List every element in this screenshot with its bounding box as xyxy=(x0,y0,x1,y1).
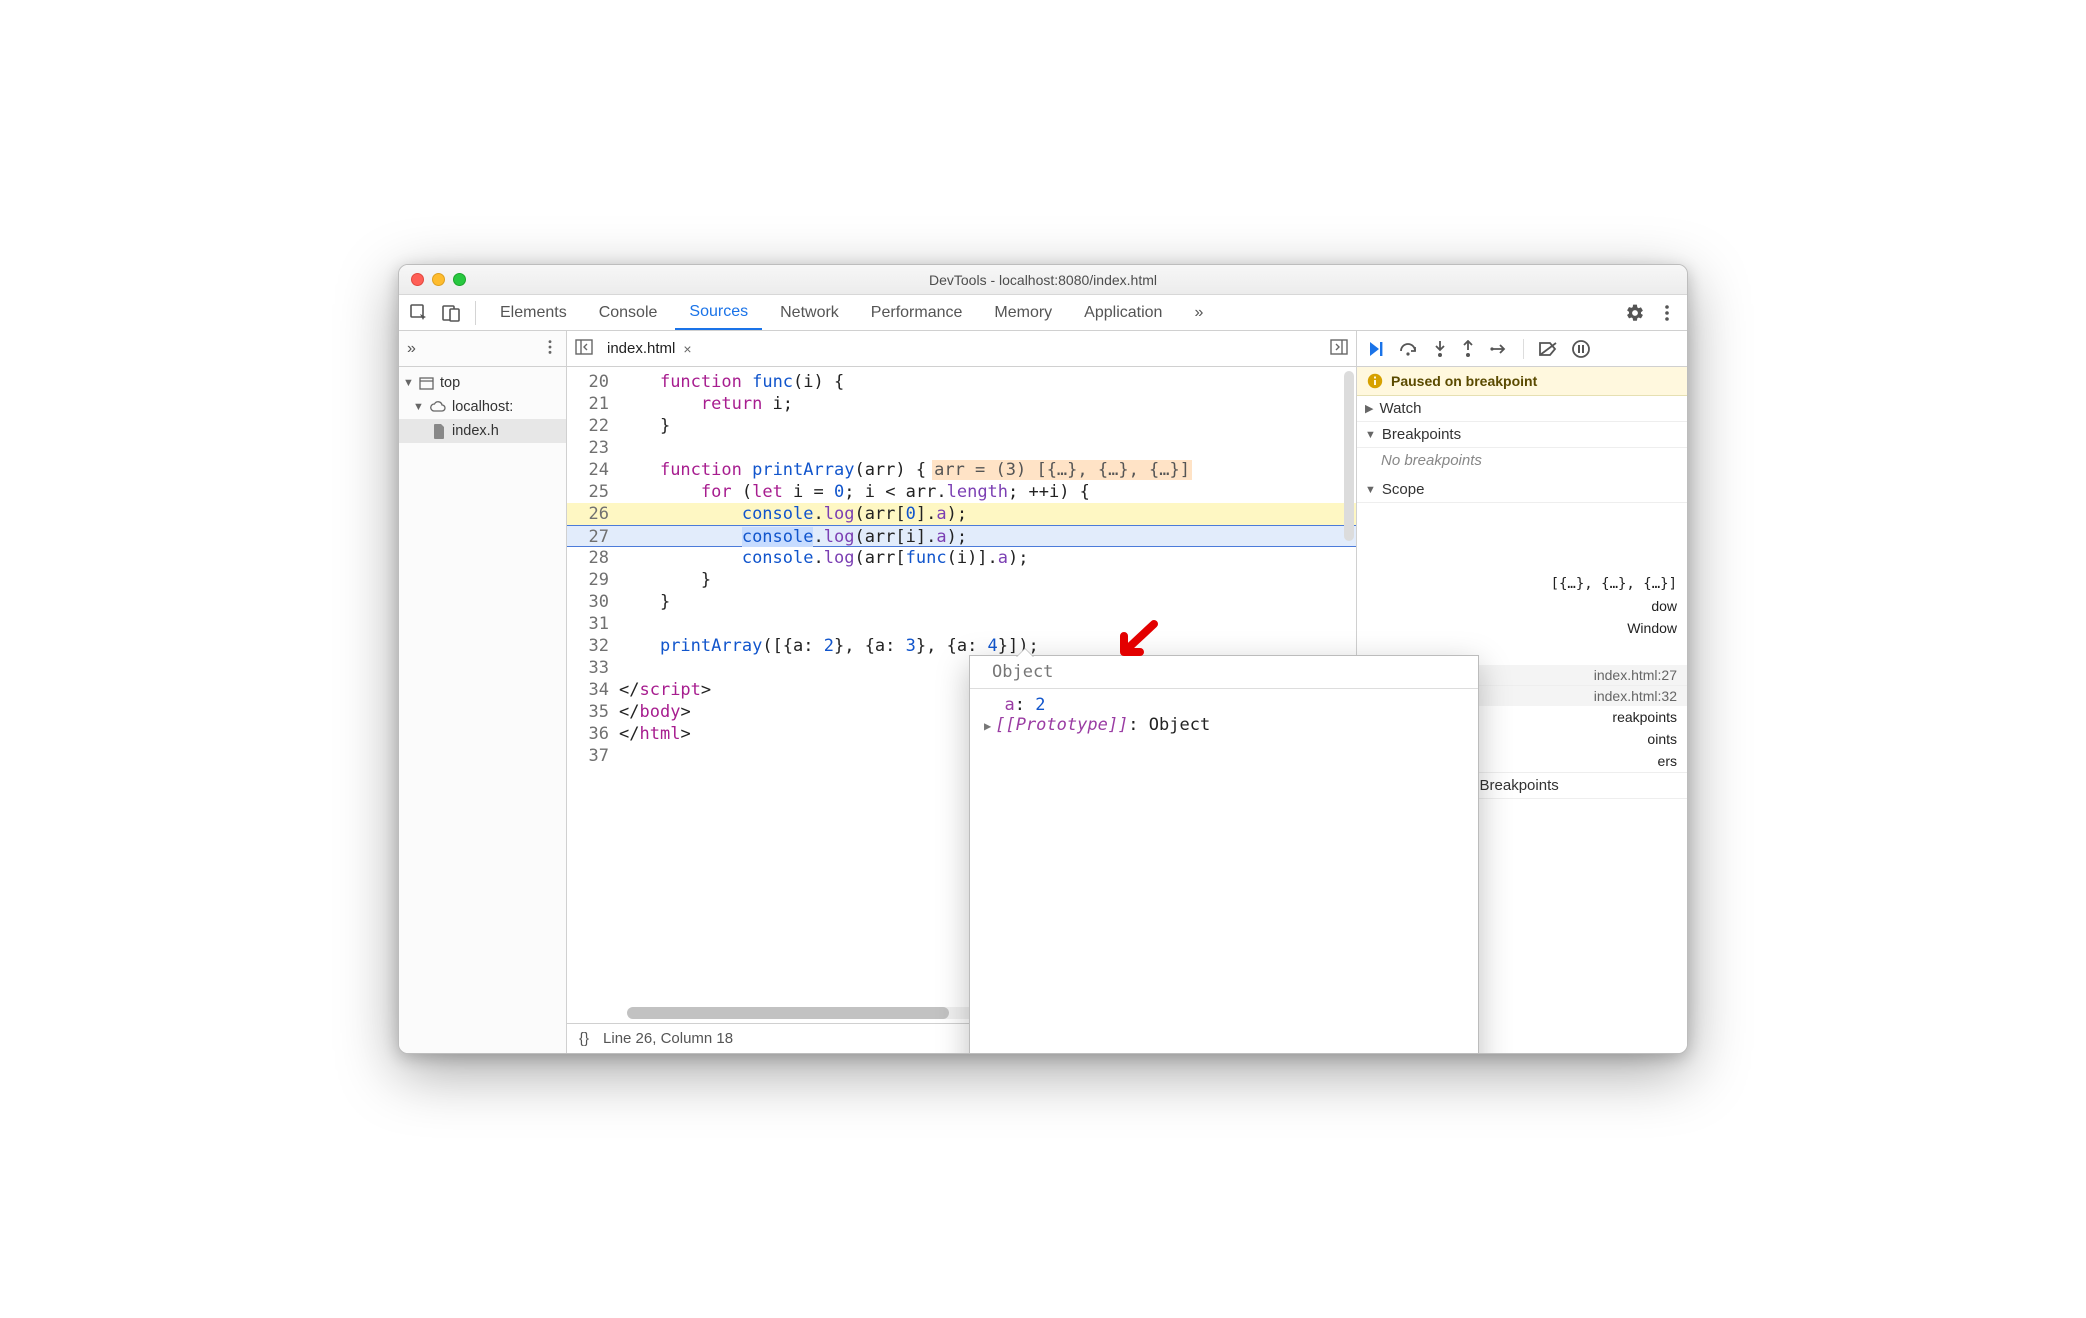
step-out-icon[interactable] xyxy=(1461,340,1475,358)
tree-file[interactable]: index.h xyxy=(399,419,566,443)
scrollbar-thumb[interactable] xyxy=(627,1007,949,1019)
cloud-icon xyxy=(429,401,446,413)
window-maximize-icon[interactable] xyxy=(453,273,466,286)
tree-host-label: localhost: xyxy=(452,399,513,415)
tab-memory[interactable]: Memory xyxy=(980,295,1066,330)
tabs-overflow[interactable]: » xyxy=(1180,295,1217,330)
chevron-right-icon: ▶ xyxy=(1365,402,1373,415)
twisty-icon: ▼ xyxy=(403,377,413,389)
twisty-icon: ▼ xyxy=(413,401,423,413)
window-title: DevTools - localhost:8080/index.html xyxy=(929,272,1157,288)
toolbar-divider xyxy=(1523,339,1524,359)
device-toggle-icon[interactable] xyxy=(437,299,465,327)
section-scope[interactable]: ▼ Scope xyxy=(1357,477,1687,503)
devtools-window: DevTools - localhost:8080/index.html Ele… xyxy=(398,264,1688,1054)
window-close-icon[interactable] xyxy=(411,273,424,286)
pause-on-exceptions-icon[interactable] xyxy=(1572,340,1590,358)
step-into-icon[interactable] xyxy=(1433,340,1447,358)
format-braces-icon[interactable]: {} xyxy=(579,1030,589,1047)
tree-file-label: index.h xyxy=(452,423,499,439)
tree-host[interactable]: ▼ localhost: xyxy=(399,395,566,419)
navigator-panel: » ▼ top ▼ localhost: xyxy=(399,331,567,1053)
vertical-scrollbar[interactable] xyxy=(1344,371,1354,541)
titlebar: DevTools - localhost:8080/index.html xyxy=(399,265,1687,295)
info-icon xyxy=(1367,373,1383,389)
toggle-navigator-icon[interactable] xyxy=(575,339,593,358)
object-preview-popup: Object a: 2 ▶[[Prototype]]: Object xyxy=(969,655,1479,1054)
gutter[interactable]: 202122232425262728293031323334353637 xyxy=(567,367,617,1023)
navigator-toolbar: » xyxy=(399,331,566,367)
scope-value-fragment: Window xyxy=(1357,617,1687,639)
step-icon[interactable] xyxy=(1489,342,1509,356)
popup-prop-row[interactable]: a: 2 xyxy=(984,695,1464,715)
main-tabs: Elements Console Sources Network Perform… xyxy=(399,295,1687,331)
breakpoints-empty: No breakpoints xyxy=(1381,452,1482,469)
editor-tab-indexhtml[interactable]: index.html × xyxy=(603,340,696,357)
section-breakpoints-label: Breakpoints xyxy=(1382,426,1461,443)
chevron-down-icon: ▼ xyxy=(1365,429,1376,441)
tree-top-frame[interactable]: ▼ top xyxy=(399,371,566,395)
window-minimize-icon[interactable] xyxy=(432,273,445,286)
paused-banner: Paused on breakpoint xyxy=(1357,367,1687,396)
editor-tab-label: index.html xyxy=(607,340,675,357)
debug-toolbar xyxy=(1357,331,1687,367)
section-scope-label: Scope xyxy=(1382,481,1425,498)
cursor-position: Line 26, Column 18 xyxy=(603,1030,733,1047)
tab-console[interactable]: Console xyxy=(585,295,672,330)
traffic-lights xyxy=(411,273,466,286)
tab-application[interactable]: Application xyxy=(1070,295,1176,330)
tab-divider xyxy=(475,301,476,325)
deactivate-breakpoints-icon[interactable] xyxy=(1538,341,1558,357)
popup-title: Object xyxy=(970,656,1478,689)
kebab-menu-icon[interactable] xyxy=(1653,299,1681,327)
tab-performance[interactable]: Performance xyxy=(857,295,977,330)
close-tab-icon[interactable]: × xyxy=(683,341,691,357)
tab-sources[interactable]: Sources xyxy=(675,295,762,330)
navigator-overflow[interactable]: » xyxy=(407,340,416,358)
tree-top-label: top xyxy=(440,375,460,391)
file-icon xyxy=(433,424,446,439)
tab-elements[interactable]: Elements xyxy=(486,295,581,330)
section-breakpoints[interactable]: ▼ Breakpoints xyxy=(1357,422,1687,448)
resume-icon[interactable] xyxy=(1367,340,1385,358)
paused-text: Paused on breakpoint xyxy=(1391,373,1537,389)
toggle-debugger-icon[interactable] xyxy=(1330,339,1348,358)
file-tree: ▼ top ▼ localhost: xyxy=(399,367,566,447)
navigator-menu-icon[interactable] xyxy=(542,339,558,358)
frame-icon xyxy=(419,377,434,390)
tab-network[interactable]: Network xyxy=(766,295,853,330)
section-watch[interactable]: ▶ Watch xyxy=(1357,396,1687,422)
editor-tabbar: index.html × xyxy=(567,331,1356,367)
inspect-element-icon[interactable] xyxy=(405,299,433,327)
chevron-down-icon: ▼ xyxy=(1365,484,1376,496)
scope-value-fragment: [{…}, {…}, {…}] xyxy=(1357,573,1687,595)
scope-value-fragment: dow xyxy=(1357,595,1687,617)
popup-proto-row[interactable]: ▶[[Prototype]]: Object xyxy=(984,715,1464,735)
section-watch-label: Watch xyxy=(1379,400,1421,417)
settings-icon[interactable] xyxy=(1621,299,1649,327)
popup-body: a: 2 ▶[[Prototype]]: Object xyxy=(970,689,1478,741)
step-over-icon[interactable] xyxy=(1399,341,1419,357)
